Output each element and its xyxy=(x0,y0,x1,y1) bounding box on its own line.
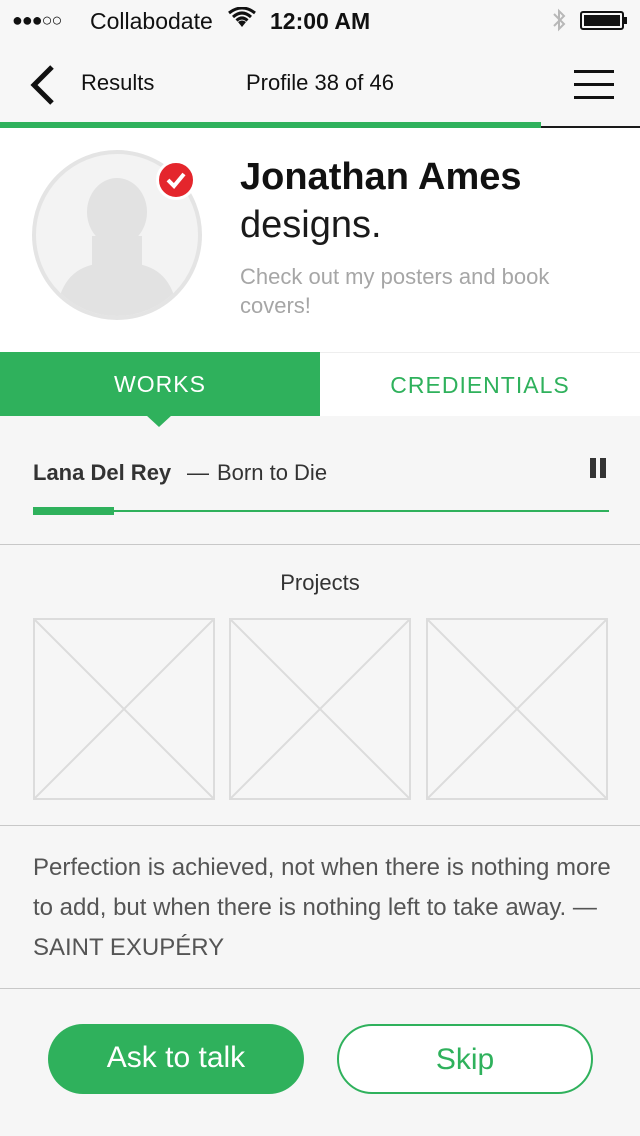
track-progress-fill xyxy=(33,507,114,515)
menu-icon[interactable] xyxy=(570,66,616,102)
project-thumbnail-2[interactable] xyxy=(229,618,411,800)
projects-title: Projects xyxy=(280,570,360,595)
divider xyxy=(0,544,640,545)
battery-icon xyxy=(580,11,627,30)
divider xyxy=(0,825,640,826)
project-thumbnail-1[interactable] xyxy=(33,618,215,800)
status-time: 12:00 AM xyxy=(270,8,371,34)
signal-strength: ●●●○○ xyxy=(12,10,62,30)
pause-icon[interactable] xyxy=(588,458,608,480)
profile-tabs: WORKS CREDIENTIALS xyxy=(0,352,640,416)
bluetooth-icon xyxy=(551,7,567,39)
ask-to-talk-button[interactable]: Ask to talk xyxy=(48,1024,304,1094)
profile-quote: Perfection is achieved, not when there i… xyxy=(33,854,611,961)
profile-name: Jonathan Ames xyxy=(240,156,522,198)
track-artist: Lana Del Rey xyxy=(33,460,172,485)
profile-role: designs. xyxy=(240,204,382,246)
page-title: Profile 38 of 46 xyxy=(246,70,394,95)
project-thumbnail-3[interactable] xyxy=(426,618,608,800)
now-playing: Lana Del Rey — Born to Die xyxy=(0,416,640,544)
verified-badge-icon xyxy=(156,160,196,200)
navigation-bar: Results Profile 38 of 46 xyxy=(0,40,640,128)
profile-bio: Check out my posters and book covers! xyxy=(240,264,550,318)
profile-header: Jonathan Ames designs. Check out my post… xyxy=(0,128,640,352)
track-separator: — xyxy=(187,460,209,485)
status-bar: ●●●○○ Collabodate 12:00 AM xyxy=(0,0,640,40)
wifi-icon xyxy=(228,6,256,35)
carrier-name: Collabodate xyxy=(90,8,213,34)
tab-credentials[interactable]: CREDIENTIALS xyxy=(320,352,640,416)
skip-button[interactable]: Skip xyxy=(337,1024,593,1094)
track-title: Born to Die xyxy=(217,460,328,485)
track-progress-bar[interactable] xyxy=(33,507,609,515)
tab-works[interactable]: WORKS xyxy=(0,352,320,416)
divider xyxy=(0,988,640,989)
